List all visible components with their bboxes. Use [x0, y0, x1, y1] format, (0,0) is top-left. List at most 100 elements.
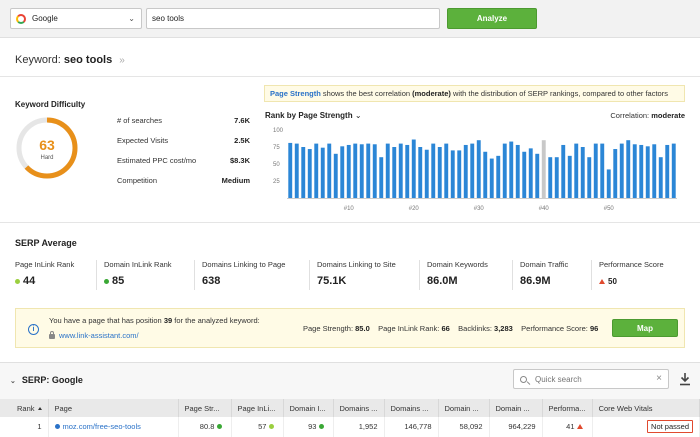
download-icon[interactable]: [679, 372, 691, 386]
chart-bar[interactable]: [379, 157, 384, 198]
chart-bar[interactable]: [366, 143, 371, 198]
chart-bar[interactable]: [658, 157, 663, 198]
search-engine-select[interactable]: Google ⌄: [10, 8, 142, 29]
table-row[interactable]: 1 moz.com/free-seo-tools 80.8 57 93 1,95…: [0, 417, 700, 437]
chart-bar[interactable]: [327, 143, 332, 198]
chart-bar[interactable]: [489, 158, 494, 198]
chart-bar[interactable]: [398, 143, 403, 198]
chart-bar[interactable]: [567, 155, 572, 198]
chart-bar[interactable]: [340, 146, 345, 198]
chart-bar[interactable]: [437, 147, 442, 198]
column-header-page[interactable]: Page: [48, 399, 179, 417]
chart-bar[interactable]: [424, 149, 429, 198]
chart-bar[interactable]: [593, 143, 598, 198]
chart-bar[interactable]: [502, 143, 507, 198]
chart-bar[interactable]: [639, 144, 644, 198]
chart-bar[interactable]: [301, 147, 306, 198]
column-header-page-inlink[interactable]: Page InLi...: [231, 399, 284, 417]
quick-search-input[interactable]: [535, 374, 645, 384]
chart-bar[interactable]: [392, 147, 397, 198]
chart-bar[interactable]: [515, 144, 520, 198]
double-chevron-right-icon[interactable]: »: [119, 55, 125, 66]
chart-bar[interactable]: [405, 144, 410, 198]
chart-bar[interactable]: [541, 140, 546, 198]
chart-bar[interactable]: [288, 142, 293, 198]
cell-performance: 41: [542, 417, 593, 437]
chart-bar[interactable]: [626, 140, 631, 198]
chart-bar[interactable]: [522, 151, 527, 198]
stat-value: $8.3K: [229, 155, 250, 165]
chart-bar[interactable]: [645, 146, 650, 198]
chart-bar[interactable]: [346, 144, 351, 198]
metric-separator: [512, 260, 513, 290]
chart-bar[interactable]: [548, 157, 553, 198]
keyword-input[interactable]: [146, 8, 440, 29]
chart-bar[interactable]: [587, 157, 592, 198]
chart-bar[interactable]: [632, 144, 637, 198]
chart-bar[interactable]: [353, 143, 358, 198]
column-header-page-strength[interactable]: Page Str...: [178, 399, 232, 417]
quick-search: ×: [513, 369, 669, 389]
chart-bar[interactable]: [333, 153, 338, 198]
map-button[interactable]: Map: [612, 319, 678, 337]
analyze-button[interactable]: Analyze: [447, 8, 537, 29]
column-header-performance[interactable]: Performa...: [542, 399, 593, 417]
column-header-domain-inlink[interactable]: Domain I...: [283, 399, 334, 417]
column-header-core-web-vitals[interactable]: Core Web Vitals: [592, 399, 700, 417]
chart-bar[interactable]: [600, 143, 605, 198]
metric-value: 75.1K: [317, 275, 396, 287]
chart-bar[interactable]: [418, 147, 423, 198]
chart-bar[interactable]: [411, 139, 416, 198]
notice-text-post: for the analyzed keyword:: [172, 316, 260, 325]
chart-bar[interactable]: [476, 140, 481, 198]
chart-bar[interactable]: [665, 144, 670, 198]
chart-bar[interactable]: [372, 144, 377, 198]
search-icon: [520, 375, 527, 383]
chart-bar[interactable]: [652, 144, 657, 198]
chart-bar[interactable]: [457, 150, 462, 198]
column-header-domain-keywords[interactable]: Domain ...: [438, 399, 490, 417]
chart-bar[interactable]: [307, 149, 312, 198]
column-header-rank[interactable]: Rank: [0, 399, 49, 417]
chart-bar[interactable]: [606, 169, 611, 198]
chart-bar[interactable]: [483, 151, 488, 198]
column-header-domain-traffic[interactable]: Domain ...: [489, 399, 543, 417]
chart-bar[interactable]: [431, 143, 436, 198]
chart-bar[interactable]: [509, 141, 514, 198]
metric-value-text: 86.0M: [427, 275, 458, 287]
cell-domains-page: 1,952: [333, 417, 385, 437]
serp-toggle[interactable]: ⌄ SERP: Google: [10, 375, 83, 385]
chart-bar[interactable]: [574, 143, 579, 198]
chart-bar[interactable]: [619, 143, 624, 198]
chart-bar[interactable]: [528, 148, 533, 198]
page-link[interactable]: moz.com/free-seo-tools: [63, 422, 141, 431]
notice-url: www.link-assistant.com/: [59, 331, 139, 340]
chart-bar[interactable]: [314, 143, 319, 198]
close-icon[interactable]: ×: [656, 373, 662, 384]
chart-bar[interactable]: [444, 143, 449, 198]
chart-bar[interactable]: [294, 143, 299, 198]
chart-bar[interactable]: [450, 150, 455, 198]
chart-bar[interactable]: [470, 143, 475, 198]
notice-url-link[interactable]: www.link-assistant.com/: [49, 331, 139, 340]
chart-bar[interactable]: [359, 144, 364, 198]
status-dot: [216, 424, 222, 430]
chart-bar[interactable]: [613, 149, 618, 198]
chart-bar[interactable]: [496, 155, 501, 198]
chart-bar[interactable]: [463, 144, 468, 198]
chart-bar[interactable]: [535, 153, 540, 198]
chart-bar[interactable]: [580, 147, 585, 198]
column-header-domains-site[interactable]: Domains ...: [384, 399, 439, 417]
chart-bar[interactable]: [320, 147, 325, 198]
stat-label: Competition: [117, 175, 158, 185]
page-strength-link[interactable]: Page Strength: [270, 89, 321, 98]
rank-by-dropdown[interactable]: Rank by Page Strength ⌄: [265, 111, 362, 120]
chart-bar[interactable]: [554, 157, 559, 198]
notice-stat-value: 3,283: [494, 324, 513, 333]
y-tick-label: 50: [273, 162, 280, 168]
chart-bar[interactable]: [385, 143, 390, 198]
column-header-domains-page[interactable]: Domains ...: [333, 399, 385, 417]
chart-bar[interactable]: [561, 144, 566, 198]
chart-bar[interactable]: [671, 143, 676, 198]
x-tick-label: #40: [539, 206, 550, 212]
